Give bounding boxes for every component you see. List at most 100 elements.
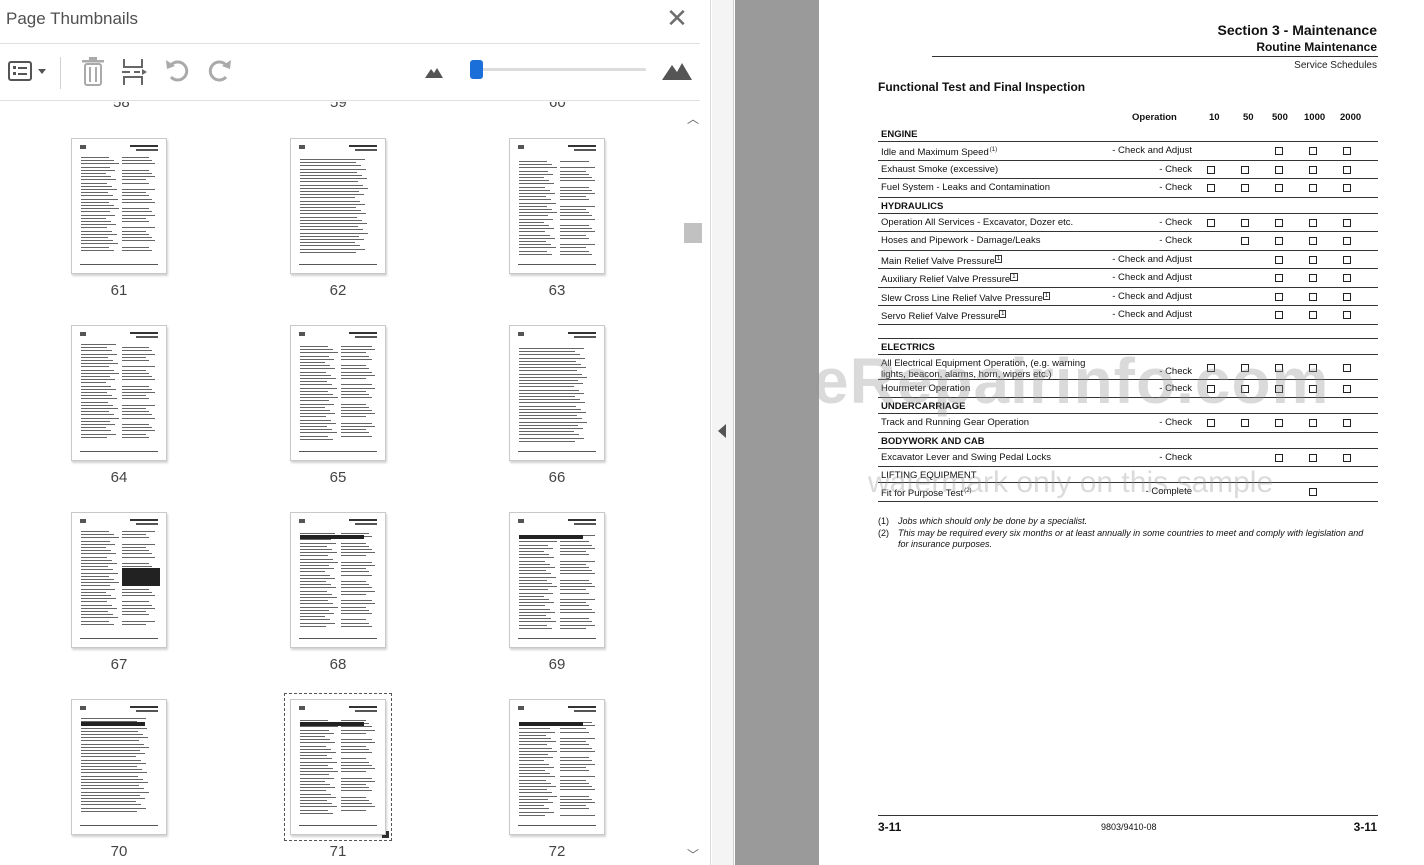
interval-checkbox[interactable] (1343, 255, 1351, 264)
thumbnail-page-number: 65 (329, 469, 347, 486)
options-menu-icon (8, 61, 46, 81)
panel-splitter[interactable] (712, 0, 734, 865)
footnote-text: This may be required every six months or… (898, 527, 1364, 550)
page-thumbnail-72[interactable] (509, 699, 605, 835)
page-number-label: 60 (549, 102, 566, 111)
footnote-ref: 1 (999, 310, 1007, 318)
page-heading: Functional Test and Final Inspection (878, 80, 1086, 94)
interval-checkbox[interactable] (1241, 165, 1249, 174)
page-thumbnail-64[interactable] (71, 325, 167, 461)
footnotes: (1) Jobs which should only be done by a s… (878, 516, 1368, 551)
interval-checkbox[interactable] (1343, 453, 1351, 462)
interval-checkbox[interactable] (1309, 453, 1317, 462)
interval-checkbox[interactable] (1309, 255, 1317, 264)
interval-checkbox[interactable] (1343, 384, 1351, 393)
delete-pages-button[interactable] (80, 57, 106, 86)
interval-checkbox[interactable] (1207, 184, 1215, 192)
interval-checkbox[interactable] (1309, 419, 1317, 427)
row-action: - Check and Adjust (1112, 145, 1192, 156)
page-thumbnail-61[interactable] (71, 138, 167, 274)
footnote: (2) This may be required every six months… (878, 528, 1368, 551)
interval-checkbox[interactable] (1343, 237, 1351, 245)
page-thumbnail-65[interactable] (290, 325, 386, 461)
interval-checkbox[interactable] (1343, 292, 1351, 301)
row-label: Idle and Maximum Speed(1) (881, 145, 1106, 158)
row-label-text: Idle and Maximum Speed (881, 147, 989, 159)
interval-checkbox[interactable] (1309, 165, 1317, 174)
footer-document-number: 9803/9410-08 (1101, 822, 1157, 832)
interval-checkbox[interactable] (1343, 184, 1351, 192)
scroll-down-arrow[interactable]: ﹀ (686, 846, 700, 862)
interval-checkbox[interactable] (1343, 147, 1351, 155)
row-label-text: Track and Running Gear Operation (881, 417, 1030, 428)
interval-checkbox[interactable] (1275, 274, 1283, 282)
page-thumbnail-70[interactable] (71, 699, 167, 835)
slider-handle[interactable] (470, 60, 483, 79)
vertical-scrollbar[interactable]: ︿ ﹀ (682, 102, 704, 865)
collapse-panel-arrow-icon[interactable] (718, 424, 726, 438)
table-row: Main Relief Valve Pressure 1 - Check and A… (878, 251, 1378, 269)
interval-checkbox[interactable] (1275, 165, 1283, 174)
page-thumbnail-69[interactable] (509, 512, 605, 648)
interval-checkbox[interactable] (1241, 419, 1249, 427)
interval-checkbox[interactable] (1309, 488, 1317, 496)
row-action: - Check and Adjust (1112, 253, 1192, 265)
row-action: - Check (1159, 235, 1192, 246)
header-rule (932, 56, 1378, 57)
table-category: ENGINE (878, 126, 1378, 142)
page-thumbnail-62[interactable] (290, 138, 386, 274)
page-thumbnail-66[interactable] (509, 325, 605, 461)
page-thumbnail-68[interactable] (290, 512, 386, 648)
scrollbar-thumb[interactable] (684, 223, 702, 243)
scroll-up-arrow[interactable]: ︿ (686, 110, 700, 126)
interval-checkbox[interactable] (1275, 292, 1283, 301)
interval-checkbox[interactable] (1241, 184, 1249, 192)
interval-checkbox[interactable] (1309, 218, 1317, 227)
interval-checkbox[interactable] (1309, 292, 1317, 301)
interval-checkbox[interactable] (1275, 237, 1283, 245)
thumbnail-size-slider[interactable] (476, 68, 646, 71)
interval-checkbox[interactable] (1309, 147, 1317, 155)
interval-checkbox[interactable] (1275, 311, 1283, 319)
thumbnail-scroll-area[interactable]: 58 59 60 61 62 63 64 65 66 67 68 69 70 71 72 (0, 102, 711, 865)
interval-checkbox[interactable] (1207, 165, 1215, 174)
schedule-label: Service Schedules (1294, 60, 1377, 71)
interval-checkbox[interactable] (1309, 184, 1317, 192)
interval-checkbox[interactable] (1343, 274, 1351, 282)
interval-checkbox[interactable] (1343, 218, 1351, 227)
page-thumbnail-71[interactable] (290, 699, 386, 835)
zoom-in-thumbnails-button[interactable] (662, 61, 692, 89)
interval-checkbox[interactable] (1343, 419, 1351, 427)
interval-checkbox[interactable] (1343, 165, 1351, 174)
interval-checkbox[interactable] (1241, 237, 1249, 245)
interval-checkbox[interactable] (1343, 311, 1351, 319)
interval-checkbox[interactable] (1275, 255, 1283, 264)
insert-pages-button[interactable] (120, 57, 148, 85)
interval-checkbox[interactable] (1343, 363, 1351, 372)
page-thumbnail-63[interactable] (509, 138, 605, 274)
interval-checkbox[interactable] (1309, 237, 1317, 245)
panel-title: Page Thumbnails (6, 9, 138, 28)
page-thumbnail-67[interactable] (71, 512, 167, 648)
page-number-label: 58 (113, 102, 130, 111)
interval-checkbox[interactable] (1241, 218, 1249, 227)
options-menu-button[interactable] (8, 57, 48, 85)
interval-checkbox[interactable] (1275, 147, 1283, 155)
interval-checkbox[interactable] (1309, 311, 1317, 319)
close-panel-button[interactable]: ✕ (664, 5, 690, 32)
interval-checkbox[interactable] (1309, 274, 1317, 282)
interval-checkbox[interactable] (1275, 453, 1283, 462)
table-body: ENGINE Idle and Maximum Speed(1) - Check a… (878, 126, 1378, 502)
interval-checkbox[interactable] (1275, 419, 1283, 427)
row-action: - Check and Adjust (1112, 309, 1192, 320)
interval-checkbox[interactable] (1207, 419, 1215, 427)
watermark-subtext: watermark only on this sample (868, 466, 1274, 499)
row-label-text: Operation All Services - Excavator, Doze… (881, 216, 1074, 228)
interval-checkbox[interactable] (1275, 184, 1283, 192)
zoom-out-thumbnails-button[interactable] (425, 65, 443, 93)
interval-checkbox[interactable] (1275, 218, 1283, 227)
rotate-clockwise-button[interactable] (205, 57, 233, 85)
interval-checkbox[interactable] (1207, 218, 1215, 227)
rotate-counterclockwise-button[interactable] (164, 57, 192, 85)
thumbnail-page-number: 70 (110, 843, 128, 860)
